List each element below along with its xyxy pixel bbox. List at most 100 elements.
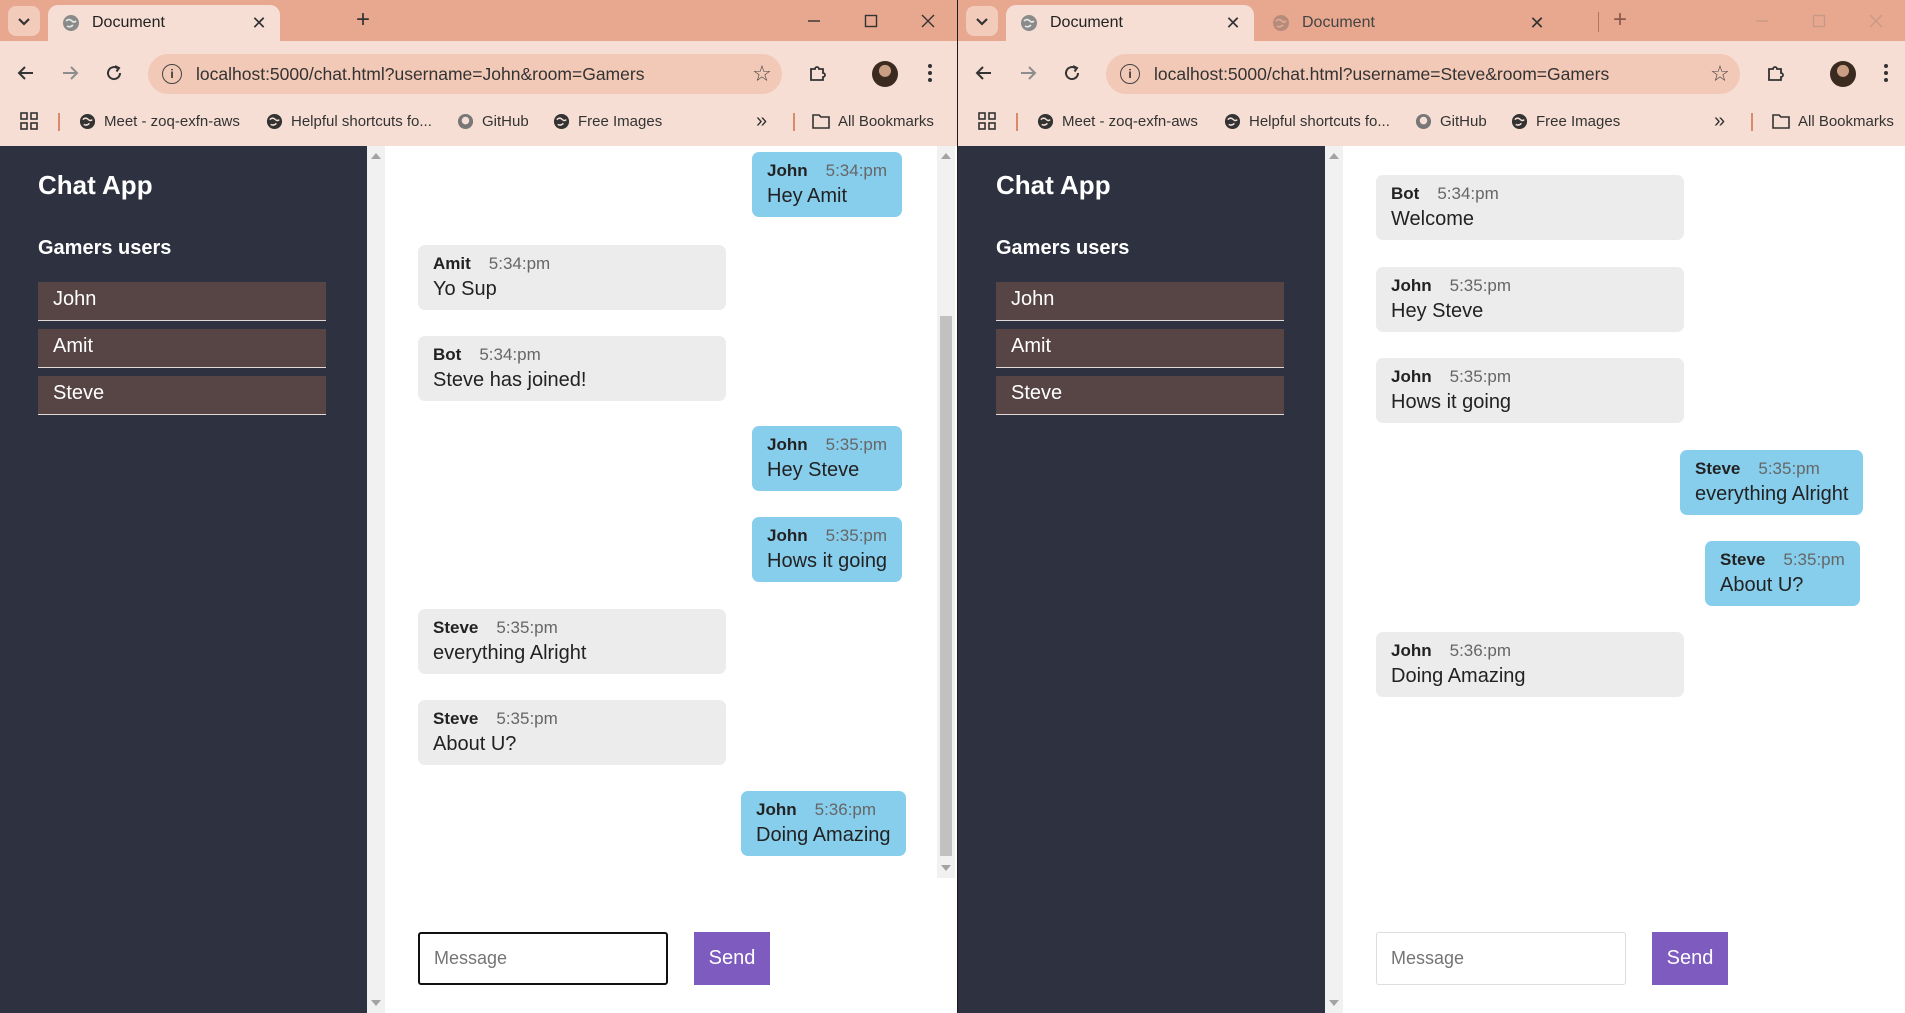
bookmark-star-icon[interactable]: ☆ xyxy=(742,61,782,87)
bookmark-github[interactable]: GitHub xyxy=(456,107,529,135)
apps-button[interactable] xyxy=(978,107,996,135)
bookmark-free-images[interactable]: Free Images xyxy=(1510,107,1620,135)
close-window-button[interactable] xyxy=(1847,0,1904,41)
message-composer: Send xyxy=(1376,932,1728,985)
more-vert-icon xyxy=(1884,64,1888,82)
bookmark-label: Helpful shortcuts fo... xyxy=(291,112,432,130)
minimize-button[interactable] xyxy=(1733,0,1790,41)
globe-icon xyxy=(1223,112,1241,130)
users-heading: Gamers users xyxy=(996,237,1130,259)
arrow-right-icon xyxy=(63,66,79,80)
message-author: Bot xyxy=(433,345,462,364)
message: Bot 5:34:pm Steve has joined! xyxy=(418,336,726,401)
bookmark-label: Meet - zoq-exfn-aws xyxy=(1062,112,1198,130)
tab-document[interactable]: Document ✕ xyxy=(48,5,280,41)
maximize-button[interactable] xyxy=(842,0,899,41)
message-input[interactable] xyxy=(418,932,668,985)
message-text: everything Alright xyxy=(433,642,587,664)
message-input[interactable] xyxy=(1376,932,1626,985)
message-text: Hey Amit xyxy=(767,185,848,207)
bookmark-meet[interactable]: Meet - zoq-exfn-aws xyxy=(1036,107,1198,135)
bookmarks-overflow-button[interactable]: » xyxy=(756,107,767,135)
tab-close-icon[interactable]: ✕ xyxy=(1526,13,1548,34)
arrow-left-icon xyxy=(975,66,991,80)
tab-document[interactable]: Document ✕ xyxy=(1006,5,1254,41)
bookmarks-bar: Meet - zoq-exfn-aws Helpful shortcuts fo… xyxy=(0,107,957,146)
address-bar[interactable]: i localhost:5000/chat.html?username=Stev… xyxy=(1106,54,1740,94)
tab-close-icon[interactable]: ✕ xyxy=(248,13,270,34)
send-button[interactable]: Send xyxy=(1652,932,1728,985)
tab-search-button[interactable] xyxy=(966,6,998,36)
forward-button[interactable] xyxy=(1010,55,1046,91)
extensions-button[interactable] xyxy=(800,55,836,91)
site-info-icon[interactable]: i xyxy=(1120,64,1140,84)
bookmark-meet[interactable]: Meet - zoq-exfn-aws xyxy=(78,107,240,135)
message: Steve 5:35:pm everything Alright xyxy=(1680,450,1864,515)
messages-scrollbar[interactable] xyxy=(937,146,955,878)
minimize-icon xyxy=(807,19,820,22)
browser-toolbar: i localhost:5000/chat.html?username=John… xyxy=(0,41,957,107)
send-button[interactable]: Send xyxy=(694,932,770,985)
message: John 5:34:pm Hey Amit xyxy=(752,152,903,217)
tab-search-button[interactable] xyxy=(8,6,40,36)
puzzle-icon xyxy=(810,66,826,81)
message-author: John xyxy=(767,526,808,545)
apps-button[interactable] xyxy=(20,107,38,135)
users-heading: Gamers users xyxy=(38,237,172,259)
back-button[interactable] xyxy=(8,55,44,91)
address-bar[interactable]: i localhost:5000/chat.html?username=John… xyxy=(148,54,782,94)
reload-button[interactable] xyxy=(96,55,132,91)
forward-button[interactable] xyxy=(52,55,88,91)
sidebar-scrollbar[interactable] xyxy=(367,146,385,1013)
reload-icon xyxy=(1065,65,1080,81)
all-bookmarks-button[interactable]: All Bookmarks xyxy=(1772,107,1894,135)
sidebar-scrollbar[interactable] xyxy=(1325,146,1343,1013)
maximize-button[interactable] xyxy=(1790,0,1847,41)
message-author: Bot xyxy=(1391,184,1420,203)
message-author: John xyxy=(756,800,797,819)
menu-button[interactable] xyxy=(912,55,948,91)
github-icon xyxy=(1414,112,1432,130)
message-text: Hey Steve xyxy=(767,459,860,481)
extensions-button[interactable] xyxy=(1758,55,1794,91)
new-tab-button[interactable]: + xyxy=(348,7,378,35)
tab-document-2[interactable]: Document ✕ xyxy=(1258,5,1558,41)
reload-icon xyxy=(107,65,122,81)
bookmark-helpful-shortcuts[interactable]: Helpful shortcuts fo... xyxy=(265,107,432,135)
message-time: 5:35:pm xyxy=(496,618,558,637)
app-title: Chat App xyxy=(38,170,153,200)
tab-strip: Document ✕ + xyxy=(0,0,957,41)
profile-avatar[interactable] xyxy=(1830,61,1856,87)
folder-icon xyxy=(812,112,830,130)
messages-scrollbar[interactable] xyxy=(1887,146,1905,878)
scrollbar-thumb[interactable] xyxy=(940,316,952,856)
message-text: Doing Amazing xyxy=(756,824,891,846)
all-bookmarks-button[interactable]: All Bookmarks xyxy=(812,107,934,135)
message-time: 5:36:pm xyxy=(814,800,877,819)
message-author: Steve xyxy=(1720,550,1766,569)
profile-avatar[interactable] xyxy=(872,61,898,87)
bookmarks-overflow-button[interactable]: » xyxy=(1714,107,1725,135)
bookmark-star-icon[interactable]: ☆ xyxy=(1700,61,1740,87)
bookmark-label: GitHub xyxy=(1440,112,1487,130)
bookmark-label: Free Images xyxy=(578,112,663,130)
reload-button[interactable] xyxy=(1054,55,1090,91)
site-info-icon[interactable]: i xyxy=(162,64,182,84)
message: Amit 5:34:pm Yo Sup xyxy=(418,245,726,310)
bookmark-helpful-shortcuts[interactable]: Helpful shortcuts fo... xyxy=(1223,107,1390,135)
message-text: everything Alright xyxy=(1695,483,1849,505)
apps-grid-icon xyxy=(20,112,38,130)
close-window-button[interactable] xyxy=(899,0,956,41)
back-button[interactable] xyxy=(966,55,1002,91)
minimize-button[interactable] xyxy=(785,0,842,41)
bookmark-free-images[interactable]: Free Images xyxy=(552,107,662,135)
new-tab-button[interactable]: + xyxy=(1605,7,1635,35)
tab-close-icon[interactable]: ✕ xyxy=(1222,13,1244,34)
menu-button[interactable] xyxy=(1868,55,1904,91)
bookmark-github[interactable]: GitHub xyxy=(1414,107,1487,135)
message-author: Steve xyxy=(1695,459,1741,478)
url-text: localhost:5000/chat.html?username=John&r… xyxy=(196,63,645,84)
minimize-icon xyxy=(1755,19,1768,22)
chevron-down-icon xyxy=(976,18,988,26)
more-vert-icon xyxy=(928,64,932,82)
